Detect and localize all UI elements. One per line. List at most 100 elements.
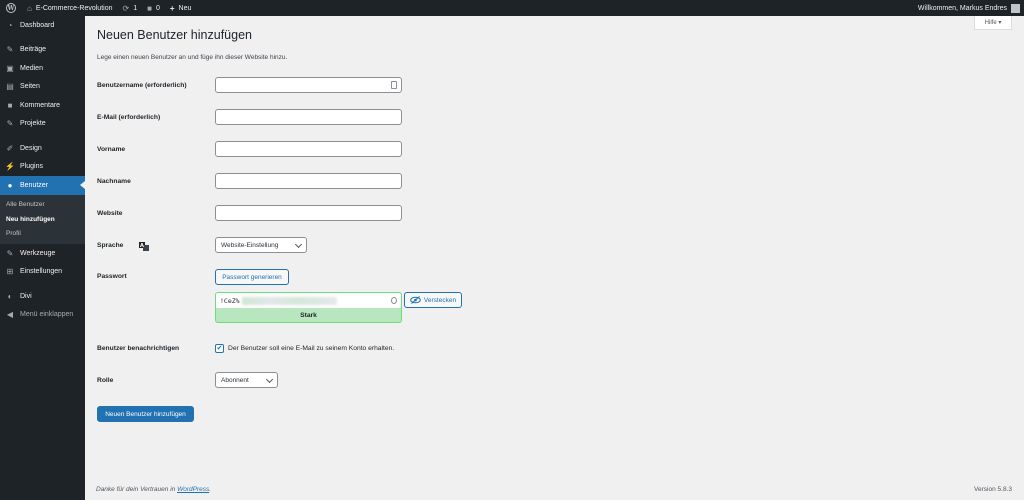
brush-icon: ✐ (6, 143, 14, 153)
page-icon: ▤ (6, 82, 14, 92)
wordpress-link[interactable]: WordPress (177, 486, 209, 493)
hide-password-button[interactable]: Verstecken (404, 292, 462, 308)
plugin-icon: ⚡ (5, 162, 15, 172)
submenu-profile[interactable]: Profil (0, 227, 85, 242)
checkmark-icon: ✔ (216, 345, 223, 352)
users-submenu: Alle Benutzer Neu hinzufügen Profil (0, 194, 85, 244)
firstname-field[interactable] (215, 141, 402, 157)
sidebar-item-design[interactable]: ✐ Design (0, 139, 85, 158)
eye-slash-icon (410, 296, 421, 304)
page-intro: Lege einen neuen Benutzer an und füge ih… (97, 54, 288, 61)
sidebar-item-label: Divi (20, 292, 32, 300)
chevron-down-icon (265, 375, 274, 383)
sidebar-item-projects[interactable]: ✎ Projekte (0, 115, 85, 134)
settings-icon: ⊞ (6, 267, 14, 277)
lastname-label: Nachname (97, 178, 131, 185)
pin-icon: ✎ (6, 45, 14, 55)
language-select-value: Website-Einstellung (221, 241, 279, 249)
password-manager-icon[interactable] (391, 297, 397, 304)
sidebar-item-divi[interactable]: ◐ Divi (0, 287, 85, 306)
lastname-field[interactable] (215, 173, 402, 189)
chevron-down-icon (294, 240, 303, 248)
password-input[interactable]: !CeZ% (215, 292, 402, 308)
help-button[interactable]: Hilfe ▾ (974, 16, 1012, 30)
footer-version: Version 5.8.3 (974, 486, 1012, 493)
generate-password-button[interactable]: Passwort generieren (215, 269, 289, 285)
sidebar-item-label: Einstellungen (20, 268, 63, 276)
main-content: Hilfe ▾ Neuen Benutzer hinzufügen Lege e… (85, 16, 1024, 500)
sidebar-item-settings[interactable]: ⊞ Einstellungen (0, 263, 85, 282)
sidebar-item-label: Plugins (20, 163, 43, 171)
language-label: Sprache (97, 242, 124, 249)
user-icon: ● (7, 180, 13, 190)
collapse-icon: ◀ (6, 310, 14, 320)
updates-link[interactable]: ⟳ 1 (117, 0, 142, 16)
password-blurred-section (241, 296, 337, 305)
sidebar-item-label: Projekte (20, 120, 46, 128)
password-label: Passwort (97, 273, 127, 280)
notify-checkbox-label[interactable]: Der Benutzer soll eine E-Mail zu seinem … (228, 345, 394, 352)
password-manager-icon[interactable] (391, 81, 397, 89)
language-row: Sprache A (97, 242, 149, 251)
sidebar-item-dashboard[interactable]: ◔ Dashboard (0, 16, 85, 35)
sidebar-item-label: Menü einklappen (20, 311, 74, 319)
sidebar-item-tools[interactable]: ✎ Werkzeuge (0, 244, 85, 263)
sidebar-item-label: Beiträge (20, 46, 47, 54)
sidebar-item-label: Werkzeuge (20, 249, 56, 257)
sidebar-item-users[interactable]: ● Benutzer (0, 176, 85, 195)
role-label: Rolle (97, 377, 114, 384)
page-title: Neuen Benutzer hinzufügen (97, 28, 252, 42)
comments-link[interactable]: ■ 0 (142, 0, 165, 16)
greeting: Willkommen, Markus Endres (917, 4, 1007, 12)
submenu-all-users[interactable]: Alle Benutzer (0, 198, 85, 213)
username-label: Benutzername (erforderlich) (97, 82, 187, 89)
comment-icon: ■ (147, 3, 152, 13)
divi-icon: ◐ (7, 291, 13, 301)
collapse-menu-button[interactable]: ◀ Menü einklappen (0, 306, 85, 325)
plus-icon: + (169, 3, 175, 13)
notify-label: Benutzer benachrichtigen (97, 345, 180, 352)
account-menu[interactable]: Willkommen, Markus Endres (913, 0, 1024, 16)
footer-thanks-suffix: . (209, 486, 212, 493)
hide-password-label: Verstecken (423, 296, 457, 304)
sidebar-item-label: Kommentare (20, 101, 61, 109)
new-content-link[interactable]: + Neu (165, 0, 197, 16)
language-select[interactable]: Website-Einstellung (215, 237, 307, 253)
website-field[interactable] (215, 205, 402, 221)
role-select-value: Abonnent (221, 376, 249, 384)
sidebar-item-plugins[interactable]: ⚡ Plugins (0, 158, 85, 177)
site-name: E-Commerce-Revolution (35, 4, 113, 12)
dashboard-icon: ◔ (7, 20, 13, 30)
notify-checkbox[interactable]: ✔ (215, 344, 224, 353)
sidebar-item-label: Medien (20, 64, 43, 72)
sidebar-item-comments[interactable]: ■ Kommentare (0, 96, 85, 115)
new-label: Neu (178, 4, 192, 12)
email-field[interactable] (215, 109, 402, 125)
admin-bar: W ⌂ E-Commerce-Revolution ⟳ 1 ■ 0 + Neu … (0, 0, 1024, 16)
avatar (1011, 3, 1020, 13)
firstname-label: Vorname (97, 146, 126, 153)
password-strength-indicator: Stark (215, 308, 402, 323)
home-icon: ⌂ (27, 3, 32, 13)
email-label: E-Mail (erforderlich) (97, 114, 161, 121)
footer-thanks-text: Danke für dein Vertrauen in (96, 486, 178, 493)
username-field[interactable] (215, 77, 402, 93)
sidebar-item-label: Design (20, 144, 42, 152)
sidebar-item-media[interactable]: ▣ Medien (0, 59, 85, 78)
sidebar-item-label: Seiten (20, 83, 40, 91)
comment-icon: ■ (7, 100, 13, 110)
submenu-add-new[interactable]: Neu hinzufügen (0, 212, 85, 227)
password-visible-text: !CeZ% (220, 296, 240, 305)
sidebar-item-pages[interactable]: ▤ Seiten (0, 78, 85, 97)
site-name-link[interactable]: ⌂ E-Commerce-Revolution (22, 0, 117, 16)
updates-count: 1 (133, 4, 138, 12)
admin-sidebar: ◔ Dashboard ✎ Beiträge ▣ Medien ▤ Seiten… (0, 16, 85, 500)
wordpress-logo-icon[interactable]: W (0, 0, 22, 16)
sidebar-item-posts[interactable]: ✎ Beiträge (0, 41, 85, 60)
svg-text:A: A (140, 243, 144, 249)
wrench-icon: ✎ (6, 248, 14, 258)
website-label: Website (97, 210, 123, 217)
comments-count: 0 (155, 4, 160, 12)
role-select[interactable]: Abonnent (215, 372, 278, 388)
add-user-button[interactable]: Neuen Benutzer hinzufügen (97, 406, 194, 422)
